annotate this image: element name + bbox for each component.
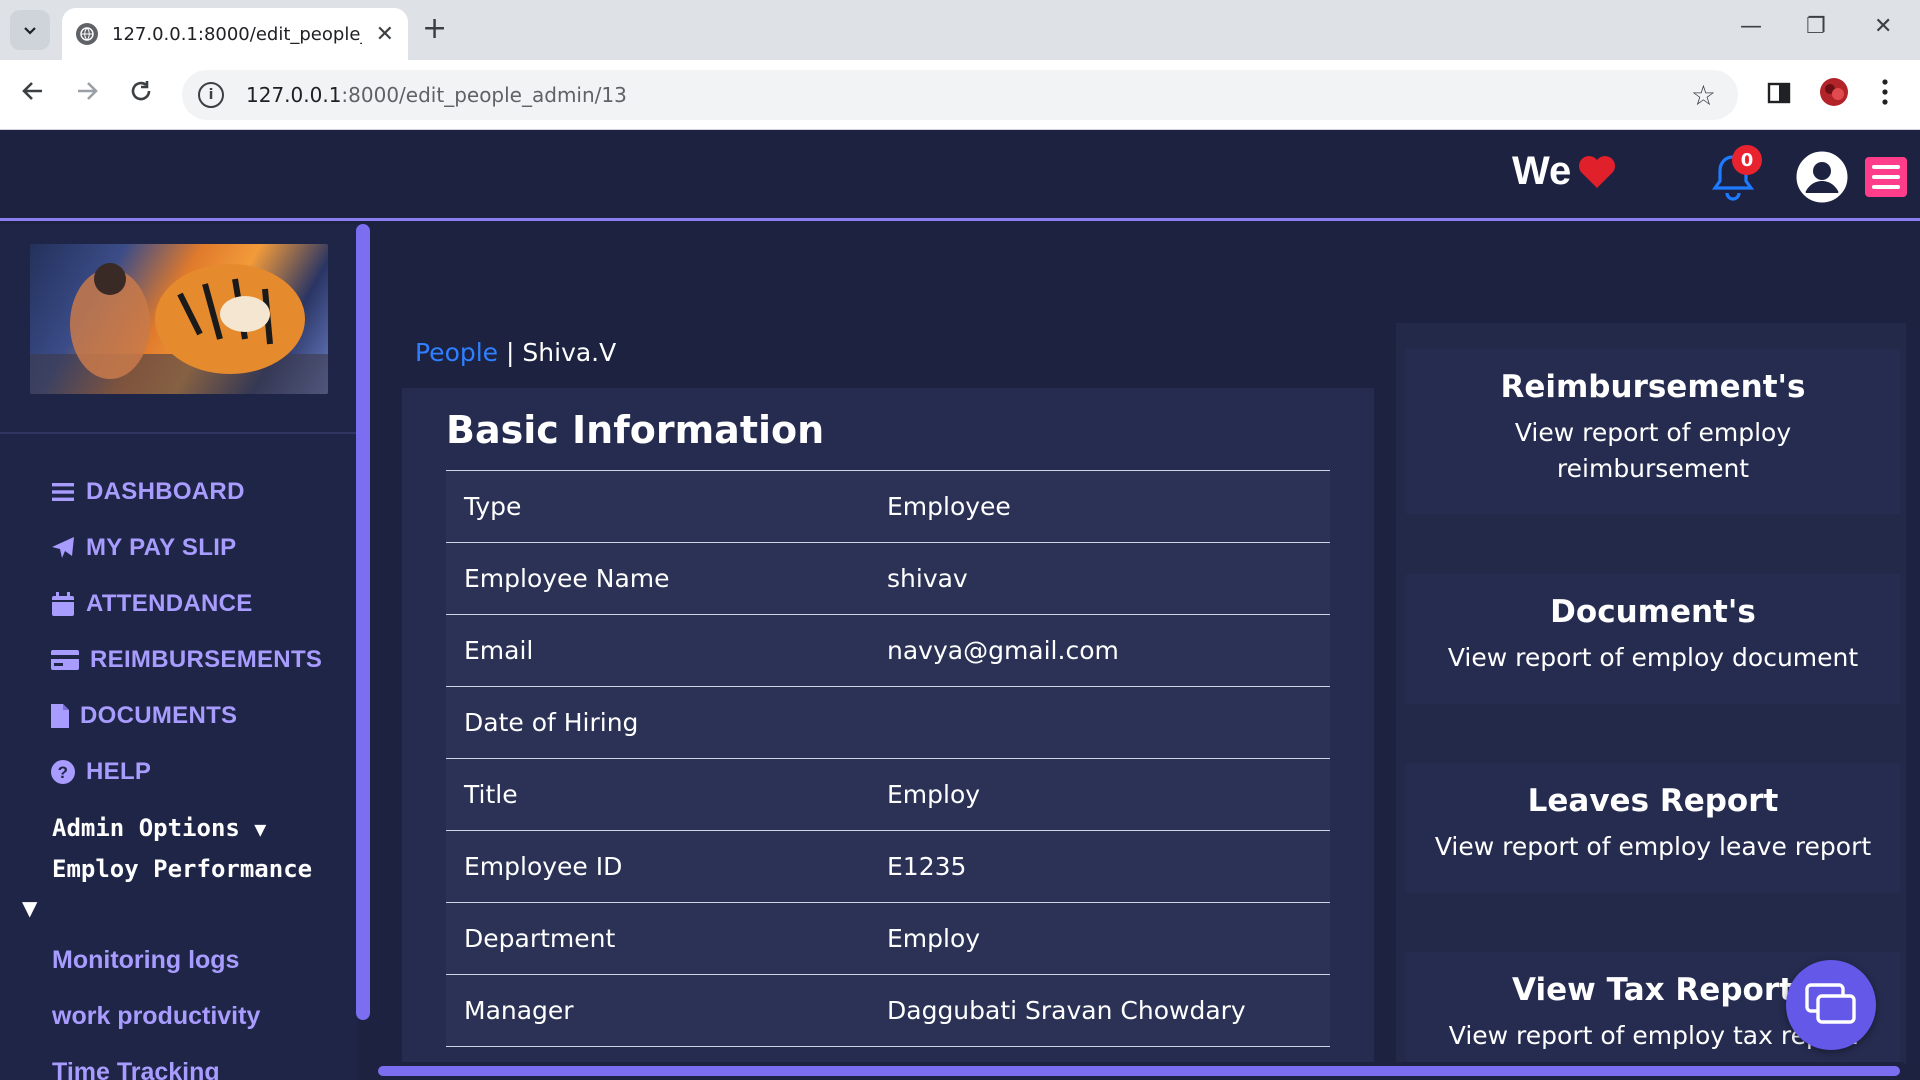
table-row: Employee Name shivav (446, 543, 1330, 615)
employ-performance-dropdown[interactable]: Employ Performance (52, 849, 312, 889)
url-text: 127.0.0.1:8000/edit_people_admin/13 (246, 83, 627, 107)
bookmark-star-icon[interactable]: ☆ (1691, 79, 1716, 112)
question-circle-icon: ? (50, 760, 76, 784)
arrow-right-icon (78, 82, 98, 100)
credit-card-icon (50, 650, 80, 670)
user-circle-icon (1796, 151, 1848, 203)
caret-down-icon[interactable]: ▼ (22, 896, 37, 920)
browser-tab-bar: 127.0.0.1:8000/edit_people_adm ✕ + — ❐ ✕ (0, 0, 1920, 60)
table-row: Title Employ (446, 759, 1330, 831)
sidebar-item-time-tracking[interactable]: Time Tracking (52, 1044, 260, 1080)
notifications-button[interactable]: 0 (1710, 145, 1762, 201)
caret-down-icon: ▼ (254, 817, 267, 841)
main-content: People | Shiva.V Basic Information Type E… (372, 224, 1906, 1064)
reload-icon (131, 81, 151, 101)
chat-bubbles-icon (1805, 983, 1856, 1024)
close-tab-icon[interactable]: ✕ (376, 22, 394, 47)
leaves-report-card[interactable]: Leaves Report View report of employ leav… (1406, 763, 1900, 893)
company-logo-image (30, 244, 328, 394)
arrow-left-icon (22, 82, 42, 100)
documents-report-card[interactable]: Document's View report of employ documen… (1406, 574, 1900, 704)
side-panel-icon[interactable] (1766, 80, 1792, 110)
table-row: Type Employee (446, 471, 1330, 543)
breadcrumb: People | Shiva.V (415, 338, 617, 367)
file-icon (50, 704, 70, 728)
table-row: Employee ID E1235 (446, 831, 1330, 903)
user-avatar[interactable] (1796, 151, 1848, 203)
minimize-button[interactable]: — (1740, 14, 1762, 39)
table-row: Department Employ (446, 903, 1330, 975)
chevron-down-icon (24, 27, 36, 35)
site-info-icon[interactable]: i (198, 82, 224, 108)
svg-text:?: ? (58, 763, 69, 782)
bars-icon (50, 483, 76, 501)
breadcrumb-current: Shiva.V (522, 338, 617, 367)
breadcrumb-people-link[interactable]: People (415, 338, 498, 367)
horizontal-scrollbar[interactable] (378, 1066, 1900, 1076)
table-row: Email navya@gmail.com (446, 615, 1330, 687)
table-row: Manager Daggubati Sravan Chowdary (446, 975, 1330, 1047)
address-bar[interactable]: i 127.0.0.1:8000/edit_people_admin/13 ☆ (182, 70, 1738, 120)
sidebar-scrollbar[interactable] (356, 224, 370, 1020)
admin-options-dropdown[interactable]: Admin Options ▼ Employ Performance (52, 808, 312, 889)
close-window-button[interactable]: ✕ (1874, 14, 1892, 39)
app-header: We 0 (0, 131, 1920, 221)
reload-button[interactable] (128, 78, 154, 111)
globe-icon (76, 23, 98, 45)
profile-avatar-icon[interactable] (1818, 76, 1850, 112)
reimbursements-report-card[interactable]: Reimbursement's View report of employ re… (1406, 349, 1900, 514)
section-title: Basic Information (446, 408, 825, 452)
reports-panel: Reimbursement's View report of employ re… (1396, 323, 1906, 1064)
basic-information-table: Type Employee Employee Name shivav Email na… (446, 470, 1330, 1047)
sidebar-item-reimbursements[interactable]: REIMBURSEMENTS (50, 632, 322, 688)
browser-toolbar: i 127.0.0.1:8000/edit_people_admin/13 ☆ (0, 60, 1920, 130)
sidebar-divider (0, 432, 358, 434)
sidebar: DASHBOARD MY PAY SLIP ATTENDANCE REIMBUR… (0, 224, 370, 1080)
sidebar-item-dashboard[interactable]: DASHBOARD (50, 464, 322, 520)
sidebar-item-help[interactable]: ? HELP (50, 744, 322, 800)
sidebar-item-documents[interactable]: DOCUMENTS (50, 688, 322, 744)
new-tab-button[interactable]: + (422, 14, 447, 44)
brand-logo[interactable]: We (1512, 149, 1617, 194)
hamburger-menu-button[interactable] (1865, 157, 1907, 197)
sidebar-item-attendance[interactable]: ATTENDANCE (50, 576, 322, 632)
sidebar-item-work-productivity[interactable]: work productivity (52, 988, 260, 1044)
calendar-icon (50, 592, 76, 616)
tab-search-button[interactable] (10, 10, 50, 50)
paper-plane-icon (50, 536, 76, 560)
chat-button[interactable] (1786, 960, 1876, 1050)
sidebar-nav: DASHBOARD MY PAY SLIP ATTENDANCE REIMBUR… (50, 464, 322, 800)
restore-button[interactable]: ❐ (1806, 14, 1826, 39)
basic-information-card: Basic Information Type Employee Employee … (402, 388, 1374, 1064)
more-options-icon[interactable] (1880, 76, 1890, 112)
back-button[interactable] (20, 78, 46, 111)
heart-icon (1579, 155, 1616, 188)
browser-tab[interactable]: 127.0.0.1:8000/edit_people_adm ✕ (62, 8, 408, 60)
tab-title: 127.0.0.1:8000/edit_people_adm (112, 23, 362, 45)
table-row: Date of Hiring (446, 687, 1330, 759)
sidebar-item-my-pay-slip[interactable]: MY PAY SLIP (50, 520, 322, 576)
notification-badge: 0 (1732, 145, 1762, 175)
sidebar-item-monitoring-logs[interactable]: Monitoring logs (52, 932, 260, 988)
forward-button[interactable] (74, 78, 100, 111)
admin-sub-nav: Monitoring logs work productivity Time T… (52, 932, 260, 1080)
